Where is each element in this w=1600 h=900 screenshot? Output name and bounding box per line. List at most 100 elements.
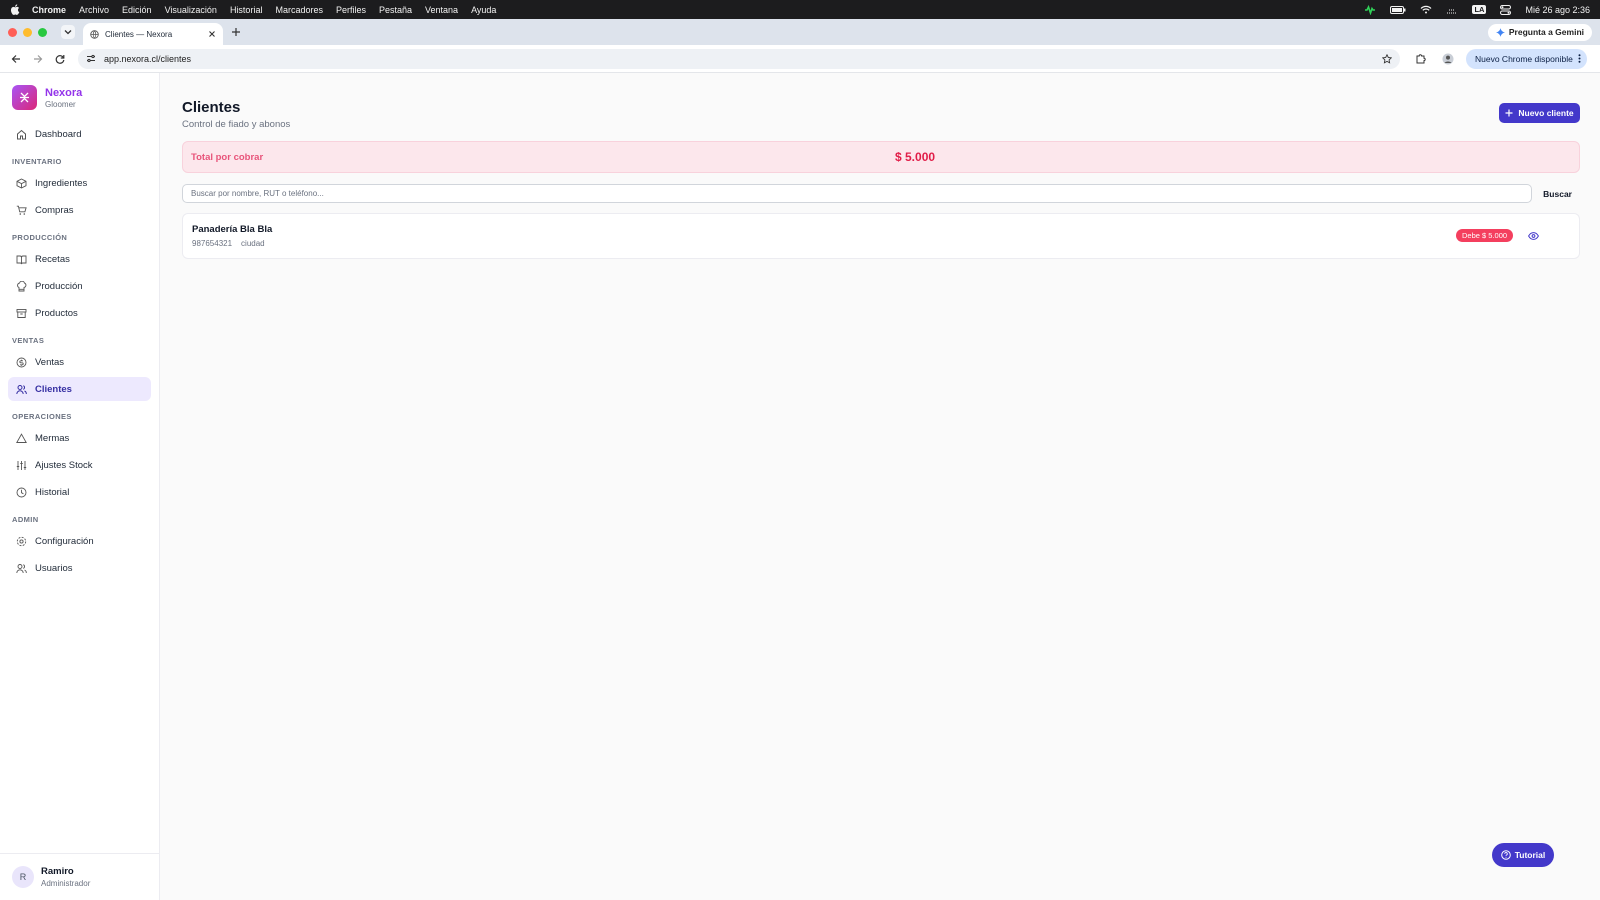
reload-button[interactable]: [52, 51, 68, 67]
sidebar: Nexora Gloomer Dashboard INVENTARIO Ingr…: [0, 73, 160, 900]
sidebar-item-label: Usuarios: [35, 562, 73, 574]
menu-pestana[interactable]: Pestaña: [379, 5, 412, 15]
control-center-icon[interactable]: [1500, 4, 1512, 15]
battery-icon[interactable]: [1390, 5, 1406, 14]
client-meta: 987654321 ciudad: [192, 239, 265, 248]
chef-hat-icon: [17, 280, 27, 291]
section-inventario: INVENTARIO: [12, 157, 62, 166]
view-client-button[interactable]: [1526, 229, 1540, 243]
eye-icon: [1527, 232, 1539, 240]
screen-mirroring-icon[interactable]: [1446, 5, 1458, 14]
user-name: Ramiro: [41, 866, 74, 877]
menu-app-name[interactable]: Chrome: [32, 5, 66, 15]
menu-ayuda[interactable]: Ayuda: [471, 5, 496, 15]
search-bar: Buscar: [182, 184, 1580, 203]
site-settings-icon[interactable]: [86, 54, 96, 63]
apple-icon[interactable]: [10, 4, 22, 15]
minimize-window-button[interactable]: [23, 27, 32, 37]
menu-marcadores[interactable]: Marcadores: [275, 5, 323, 15]
sidebar-item-clientes[interactable]: Clientes: [8, 377, 151, 401]
zoom-window-button[interactable]: [38, 27, 47, 37]
menu-perfiles[interactable]: Perfiles: [336, 5, 366, 15]
sidebar-item-compras[interactable]: Compras: [8, 198, 151, 222]
help-circle-icon: [1500, 850, 1511, 860]
tab-search-button[interactable]: [61, 25, 75, 39]
activity-icon[interactable]: [1364, 4, 1376, 15]
sidebar-item-mermas[interactable]: Mermas: [8, 426, 151, 450]
more-vertical-icon: [1578, 54, 1581, 63]
section-admin: ADMIN: [12, 515, 39, 524]
sidebar-item-dashboard[interactable]: Dashboard: [8, 122, 151, 146]
sidebar-nav: Dashboard INVENTARIO Ingredientes Compra…: [0, 122, 159, 580]
sidebar-item-ajustes-stock[interactable]: Ajustes Stock: [8, 453, 151, 477]
forward-button[interactable]: [30, 51, 46, 67]
browser-toolbar: app.nexora.cl/clientes Nuevo Chrome disp…: [0, 45, 1600, 73]
menu-ventana[interactable]: Ventana: [425, 5, 458, 15]
sidebar-item-label: Compras: [35, 204, 74, 216]
bookmark-star-icon[interactable]: [1382, 53, 1392, 64]
close-icon[interactable]: [208, 30, 216, 38]
total-receivable-card: Total por cobrar $ 5.000: [182, 141, 1580, 173]
new-tab-button[interactable]: [231, 27, 247, 37]
sidebar-item-ventas[interactable]: Ventas: [8, 350, 151, 374]
menu-visualizacion[interactable]: Visualización: [165, 5, 217, 15]
plus-icon: [232, 28, 240, 36]
status-badge: Debe $ 5.000: [1456, 229, 1514, 242]
browser-tab-active[interactable]: Clientes — Nexora: [83, 23, 223, 45]
menu-historial[interactable]: Historial: [230, 5, 263, 15]
wifi-icon[interactable]: [1420, 5, 1432, 14]
total-receivable-label: Total por cobrar: [191, 151, 264, 163]
list-item[interactable]: Panadería Bla Bla 987654321 ciudad Debe …: [182, 213, 1580, 259]
menu-archivo[interactable]: Archivo: [79, 5, 109, 15]
client-name: Panadería Bla Bla: [192, 224, 273, 235]
menubar-clock[interactable]: Mié 26 ago 2:36: [1525, 5, 1590, 15]
profile-avatar-icon: [1442, 53, 1454, 64]
shopping-cart-icon: [16, 205, 27, 215]
arrow-left-icon: [11, 54, 20, 63]
sidebar-item-ingredientes[interactable]: Ingredientes: [8, 171, 151, 195]
macos-menubar: Chrome Archivo Edición Visualización His…: [0, 0, 1600, 19]
tutorial-button[interactable]: Tutorial: [1492, 843, 1554, 867]
search-button[interactable]: Buscar: [1543, 189, 1580, 199]
sidebar-item-label: Producción: [35, 280, 83, 292]
brand-logo-icon: [12, 85, 37, 110]
new-client-label: Nuevo cliente: [1518, 108, 1574, 118]
sidebar-item-label: Productos: [35, 307, 78, 319]
window-controls: [8, 27, 47, 37]
plus-icon: [1505, 109, 1513, 117]
brand-name: Nexora: [45, 86, 83, 99]
input-source-badge[interactable]: LA: [1472, 5, 1487, 14]
back-button[interactable]: [8, 51, 24, 67]
profile-button[interactable]: [1440, 51, 1456, 67]
sparkle-icon: [1495, 27, 1505, 37]
browser-tabstrip: Clientes — Nexora Pregunta a Gemini: [0, 19, 1600, 45]
search-input[interactable]: [182, 184, 1532, 203]
sidebar-item-usuarios[interactable]: Usuarios: [8, 556, 151, 580]
sidebar-item-label: Recetas: [35, 253, 70, 265]
sidebar-item-recetas[interactable]: Recetas: [8, 247, 151, 271]
url-text[interactable]: app.nexora.cl/clientes: [104, 54, 1374, 64]
menu-edicion[interactable]: Edición: [122, 5, 152, 15]
close-window-button[interactable]: [8, 27, 17, 37]
total-receivable-value: $ 5.000: [895, 150, 936, 164]
main-content: Clientes Control de fiado y abonos Nuevo…: [160, 73, 1600, 900]
client-phone: 987654321: [192, 239, 233, 248]
chevron-down-icon: [64, 30, 72, 35]
users-icon: [16, 384, 27, 394]
gemini-button[interactable]: Pregunta a Gemini: [1487, 23, 1592, 41]
sidebar-item-productos[interactable]: Productos: [8, 301, 151, 325]
brand[interactable]: Nexora Gloomer: [0, 73, 159, 122]
sidebar-item-historial[interactable]: Historial: [8, 480, 151, 504]
sidebar-item-configuracion[interactable]: Configuración: [8, 529, 151, 553]
sidebar-item-produccion[interactable]: Producción: [8, 274, 151, 298]
puzzle-icon: [1416, 54, 1426, 64]
sidebar-item-label: Ingredientes: [35, 177, 88, 189]
extensions-button[interactable]: [1412, 51, 1428, 67]
chrome-update-button[interactable]: Nuevo Chrome disponible: [1466, 48, 1587, 69]
tutorial-label: Tutorial: [1514, 850, 1546, 860]
globe-icon: [90, 29, 99, 39]
address-bar[interactable]: app.nexora.cl/clientes: [78, 48, 1400, 69]
section-operaciones: OPERACIONES: [12, 412, 72, 421]
new-client-button[interactable]: Nuevo cliente: [1499, 103, 1580, 123]
user-profile[interactable]: R Ramiro Administrador: [0, 853, 159, 900]
